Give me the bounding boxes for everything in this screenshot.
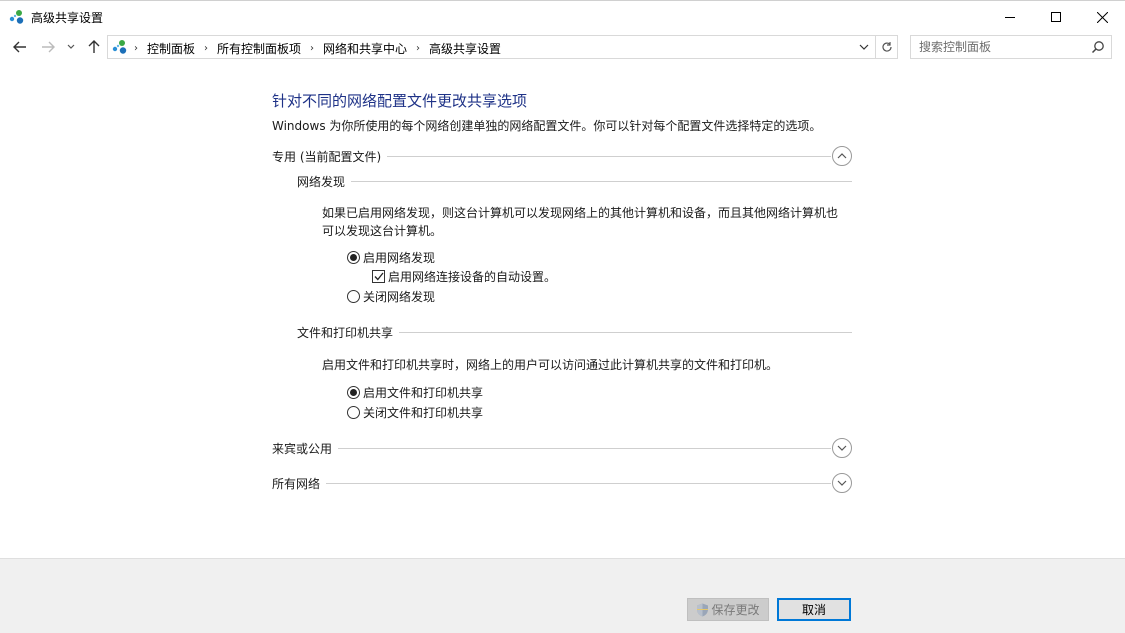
file-printer-sharing-header: 文件和打印机共享 <box>297 324 852 341</box>
expand-button[interactable] <box>832 438 852 458</box>
button-bar: 保存更改 取消 <box>0 558 1125 633</box>
page-intro: Windows 为你所使用的每个网络创建单独的网络配置文件。你可以针对每个配置文… <box>272 119 822 133</box>
maximize-button[interactable] <box>1033 1 1079 33</box>
save-changes-button[interactable]: 保存更改 <box>687 598 769 621</box>
profile-all-networks-header[interactable]: 所有网络 <box>272 473 852 493</box>
address-bar[interactable]: › 控制面板 › 所有控制面板项 › 网络和共享中心 › 高级共享设置 <box>107 35 876 59</box>
back-button[interactable] <box>10 37 30 57</box>
close-icon <box>1096 11 1108 23</box>
refresh-icon <box>881 42 892 52</box>
uac-shield-icon <box>697 603 709 616</box>
settings-content: 针对不同的网络配置文件更改共享选项 Windows 为你所使用的每个网络创建单独… <box>0 62 1125 558</box>
radio-unselected[interactable] <box>347 405 360 419</box>
search-icon[interactable] <box>1091 40 1105 54</box>
profile-all-networks-label: 所有网络 <box>272 475 327 492</box>
radio-selected[interactable] <box>347 250 360 264</box>
radio-enable-file-sharing[interactable]: 启用文件和打印机共享 <box>347 384 483 400</box>
arrow-right-icon <box>42 41 55 53</box>
chevron-down-icon <box>859 44 869 50</box>
collapse-button[interactable] <box>832 146 852 166</box>
expand-button[interactable] <box>832 473 852 493</box>
checkbox-checked[interactable] <box>372 269 385 283</box>
window-title: 高级共享设置 <box>31 11 104 25</box>
network-icon <box>112 40 127 54</box>
breadcrumb-network-center[interactable]: 网络和共享中心 <box>323 40 407 57</box>
title-bar: 高级共享设置 <box>0 0 1125 32</box>
file-printer-sharing-description: 启用文件和打印机共享时，网络上的用户可以访问通过此计算机共享的文件和打印机。 <box>322 358 779 372</box>
refresh-button[interactable] <box>876 35 898 59</box>
breadcrumb-advanced-sharing[interactable]: 高级共享设置 <box>429 40 501 57</box>
profile-private-label: 专用 (当前配置文件) <box>272 148 388 165</box>
network-app-icon <box>9 10 24 24</box>
file-printer-sharing-title: 文件和打印机共享 <box>297 324 400 341</box>
profile-guest-public-label: 来宾或公用 <box>272 440 339 457</box>
chevron-down-icon <box>837 480 847 486</box>
close-button[interactable] <box>1079 1 1125 33</box>
network-discovery-description: 如果已启用网络发现，则这台计算机可以发现网络上的其他计算机和设备，而且其他网络计… <box>322 206 839 238</box>
chevron-down-icon <box>837 445 847 451</box>
search-input[interactable] <box>919 39 1079 55</box>
page-title: 针对不同的网络配置文件更改共享选项 <box>272 92 528 110</box>
checkmark-icon <box>374 272 384 280</box>
chevron-right-icon[interactable]: › <box>204 43 208 54</box>
network-discovery-header: 网络发现 <box>297 173 852 190</box>
maximize-icon <box>1051 12 1061 22</box>
profile-guest-public-header[interactable]: 来宾或公用 <box>272 438 852 458</box>
navigation-bar: › 控制面板 › 所有控制面板项 › 网络和共享中心 › 高级共享设置 <box>0 32 1125 62</box>
forward-button[interactable] <box>38 37 58 57</box>
profile-private-header[interactable]: 专用 (当前配置文件) <box>272 146 852 166</box>
breadcrumb-control-panel[interactable]: 控制面板 <box>147 40 195 57</box>
radio-disable-file-sharing[interactable]: 关闭文件和打印机共享 <box>347 404 483 420</box>
network-discovery-title: 网络发现 <box>297 173 352 190</box>
recent-locations-button[interactable] <box>64 37 78 57</box>
chevron-up-icon <box>837 153 847 159</box>
radio-enable-network-discovery[interactable]: 启用网络发现 <box>347 249 435 265</box>
radio-selected[interactable] <box>347 385 360 399</box>
chevron-right-icon[interactable]: › <box>310 43 314 54</box>
chevron-down-icon <box>67 44 75 49</box>
breadcrumb: › 控制面板 › 所有控制面板项 › 网络和共享中心 › 高级共享设置 <box>134 40 501 57</box>
minimize-icon <box>1005 17 1015 18</box>
checkbox-auto-setup[interactable]: 启用网络连接设备的自动设置。 <box>372 268 556 284</box>
radio-unselected[interactable] <box>347 289 360 303</box>
cancel-button[interactable]: 取消 <box>777 598 851 621</box>
chevron-right-icon[interactable]: › <box>134 43 138 54</box>
arrow-left-icon <box>13 41 26 53</box>
search-box[interactable] <box>910 35 1112 59</box>
address-dropdown-button[interactable] <box>853 36 875 58</box>
minimize-button[interactable] <box>987 1 1033 33</box>
up-button[interactable] <box>84 37 104 57</box>
breadcrumb-all-items[interactable]: 所有控制面板项 <box>217 40 301 57</box>
chevron-right-icon[interactable]: › <box>416 43 420 54</box>
arrow-up-icon <box>88 40 100 53</box>
radio-disable-network-discovery[interactable]: 关闭网络发现 <box>347 288 435 304</box>
